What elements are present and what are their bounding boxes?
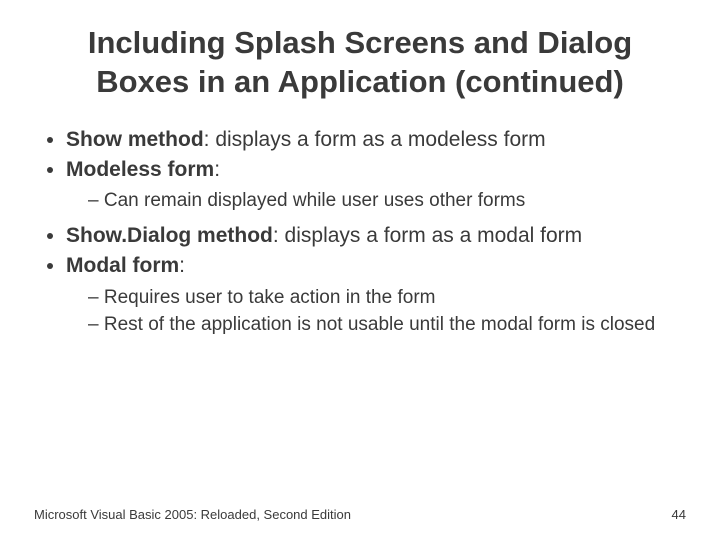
footer: Microsoft Visual Basic 2005: Reloaded, S… xyxy=(34,507,686,522)
bullet-text: : xyxy=(214,158,220,181)
bullet-show-method: Show method: displays a form as a modele… xyxy=(66,126,686,154)
bullet-bold: Show.Dialog method xyxy=(66,224,273,247)
bullet-text: : displays a form as a modal form xyxy=(273,224,582,247)
bullet-text: : xyxy=(179,254,185,277)
bullet-bold: Show method xyxy=(66,128,204,151)
bullet-modal-form: Modal form: Requires user to take action… xyxy=(66,252,686,338)
bullet-modeless-form: Modeless form: Can remain displayed whil… xyxy=(66,156,686,214)
page-number: 44 xyxy=(672,507,686,522)
sub-bullet: Rest of the application is not usable un… xyxy=(88,312,686,338)
sub-list: Can remain displayed while user uses oth… xyxy=(88,188,686,214)
sub-bullet: Can remain displayed while user uses oth… xyxy=(88,188,686,214)
slide-title: Including Splash Screens and Dialog Boxe… xyxy=(58,24,662,102)
bullet-bold: Modal form xyxy=(66,254,179,277)
bullet-showdialog-method: Show.Dialog method: displays a form as a… xyxy=(66,222,686,250)
bullet-bold: Modeless form xyxy=(66,158,214,181)
footer-source: Microsoft Visual Basic 2005: Reloaded, S… xyxy=(34,507,351,522)
bullet-text: : displays a form as a modeless form xyxy=(204,128,546,151)
slide: Including Splash Screens and Dialog Boxe… xyxy=(0,0,720,540)
sub-bullet: Requires user to take action in the form xyxy=(88,285,686,311)
bullet-list: Show method: displays a form as a modele… xyxy=(44,126,686,338)
sub-list: Requires user to take action in the form… xyxy=(88,285,686,338)
